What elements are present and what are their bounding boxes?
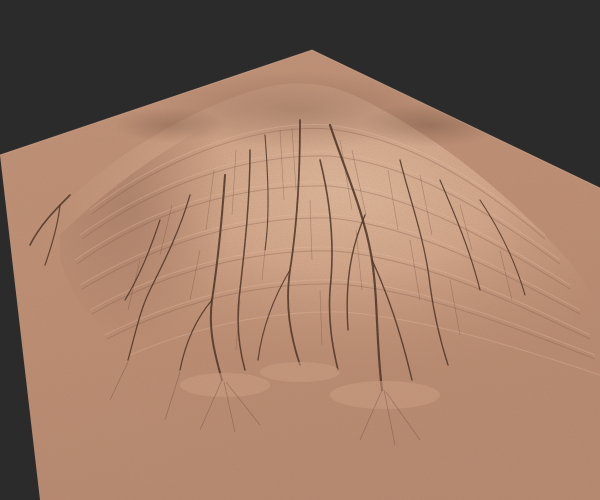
terrain-render[interactable] bbox=[0, 0, 600, 500]
3d-viewport[interactable] bbox=[0, 0, 600, 500]
surface-grain bbox=[0, 50, 600, 500]
